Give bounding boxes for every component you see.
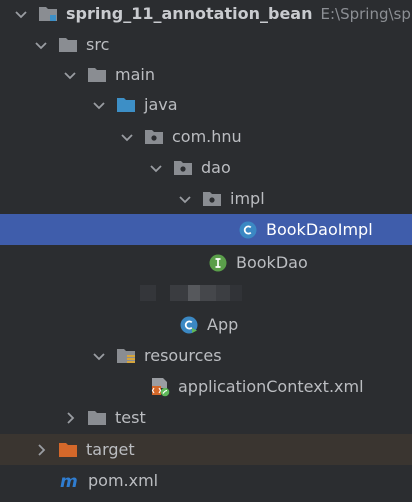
tree-label-dao: dao [201, 157, 231, 177]
chevron-down-icon[interactable] [149, 161, 163, 175]
chevron-down-icon[interactable] [92, 98, 106, 112]
chevron-down-icon[interactable] [34, 38, 48, 52]
tree-row-project[interactable]: spring_11_annotation_bean E:\Spring\spri [0, 0, 412, 27]
package-icon [144, 127, 164, 147]
tree-row-bookdaoimpl[interactable]: BookDaoImpl [0, 214, 412, 245]
redacted-content [140, 285, 242, 301]
app-class-icon [179, 315, 199, 335]
svg-text:m: m [60, 472, 78, 491]
spring-xml-icon [150, 377, 170, 397]
tree-row-pom[interactable]: m pom.xml [0, 465, 412, 496]
tree-row-impl[interactable]: impl [0, 183, 412, 214]
project-name: spring_11_annotation_bean [66, 3, 313, 23]
tree-label-applicationcontext: applicationContext.xml [178, 376, 364, 396]
tree-label-bookdaoimpl: BookDaoImpl [266, 219, 373, 239]
chevron-right-icon[interactable] [63, 411, 77, 425]
tree-label-impl: impl [230, 188, 265, 208]
tree-label-target: target [86, 439, 135, 459]
tree-label-src: src [86, 34, 110, 54]
chevron-down-icon[interactable] [92, 349, 106, 363]
module-folder-icon [38, 4, 58, 24]
tree-label-package: com.hnu [172, 126, 242, 146]
chevron-down-icon[interactable] [14, 7, 28, 21]
class-icon [238, 220, 258, 240]
chevron-down-icon[interactable] [63, 68, 77, 82]
tree-row-java[interactable]: java [0, 89, 412, 120]
tree-label-main: main [115, 64, 155, 84]
package-icon [202, 189, 222, 209]
folder-icon [87, 65, 107, 85]
tree-label-app: App [207, 314, 239, 334]
tree-row-dao[interactable]: dao [0, 152, 412, 183]
tree-label-bookdao: BookDao [236, 252, 308, 272]
tree-label-resources: resources [144, 345, 222, 365]
tree-row-package-com-hnu[interactable]: com.hnu [0, 121, 412, 152]
tree-row-applicationcontext[interactable]: applicationContext.xml [0, 371, 412, 402]
chevron-right-icon[interactable] [34, 443, 48, 457]
chevron-down-icon[interactable] [178, 192, 192, 206]
package-icon [173, 158, 193, 178]
folder-icon [58, 35, 78, 55]
tree-row-main[interactable]: main [0, 59, 412, 90]
tree-row-app[interactable]: App [0, 309, 412, 340]
chevron-down-icon[interactable] [120, 130, 134, 144]
resources-folder-icon [116, 346, 136, 366]
tree-label-pom: pom.xml [88, 470, 159, 490]
tree-row-bookdao[interactable]: BookDao [0, 247, 412, 278]
folder-icon [87, 408, 107, 428]
project-path: E:\Spring\spri [320, 4, 412, 23]
source-folder-icon [116, 95, 136, 115]
excluded-folder-icon [58, 440, 78, 460]
tree-row-src[interactable]: src [0, 29, 412, 60]
tree-row-test[interactable]: test [0, 402, 412, 433]
tree-row-resources[interactable]: resources [0, 340, 412, 371]
interface-icon [208, 253, 228, 273]
tree-row-target[interactable]: target [0, 434, 412, 465]
tree-label-java: java [144, 94, 178, 114]
maven-icon: m [60, 471, 80, 491]
tree-label-test: test [115, 407, 146, 427]
